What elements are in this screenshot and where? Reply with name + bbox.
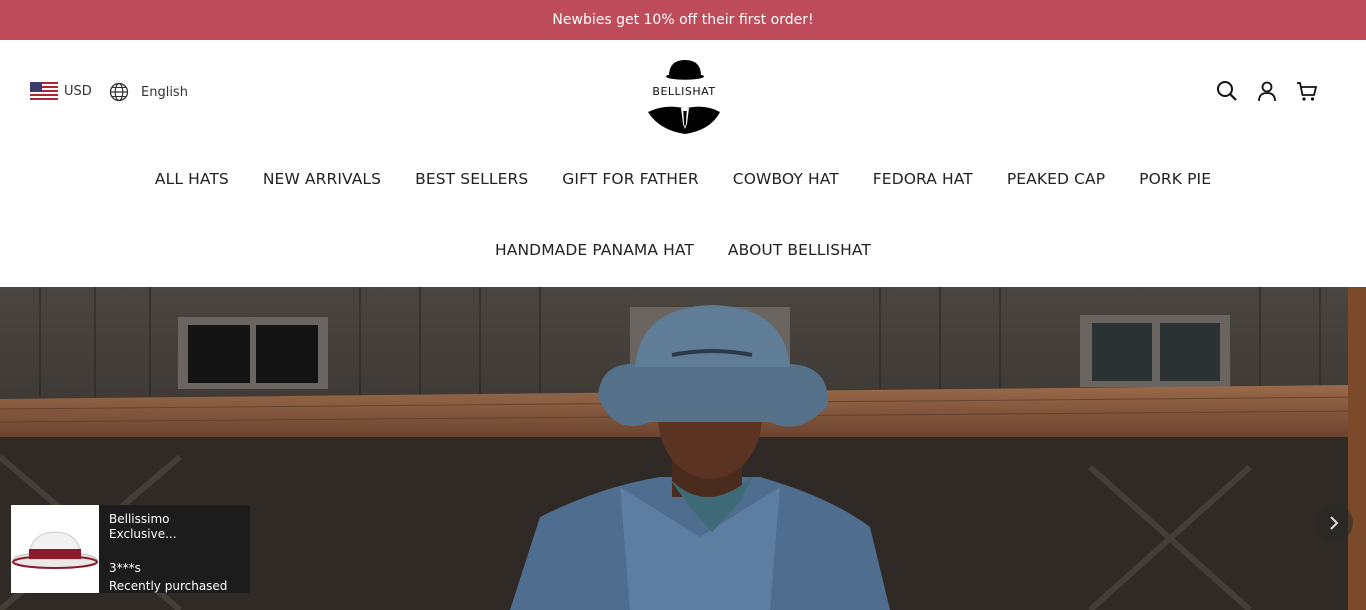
site-logo[interactable]: BELLISHAT (645, 54, 725, 138)
popup-status: Recently purchased (109, 579, 228, 593)
site-header: USD English BELLISHAT ALL HATS NEW ARRIV… (0, 40, 1366, 287)
globe-icon (109, 82, 129, 102)
nav-fedora-hat[interactable]: FEDORA HAT (873, 170, 973, 188)
popup-product-name: Bellissimo Exclusive... (109, 512, 177, 541)
cart-icon[interactable] (1296, 80, 1318, 102)
language-selector[interactable]: English (109, 82, 188, 102)
announcement-text: Newbies get 10% off their first order! (552, 12, 814, 28)
nav-gift-for-father[interactable]: GIFT FOR FATHER (562, 170, 699, 188)
nav-cowboy-hat[interactable]: COWBOY HAT (733, 170, 839, 188)
language-label: English (141, 84, 188, 100)
header-icons (1216, 80, 1318, 102)
product-thumbnail (11, 505, 99, 593)
white-fedora-icon (12, 531, 98, 569)
nav-handmade-panama-hat[interactable]: HANDMADE PANAMA HAT (495, 241, 694, 259)
currency-selector[interactable]: USD (30, 82, 92, 100)
chevron-right-icon (1330, 516, 1339, 530)
popup-buyer: 3***s (109, 561, 141, 575)
nav-peaked-cap[interactable]: PEAKED CAP (1007, 170, 1105, 188)
nav-about-bellishat[interactable]: ABOUT BELLISHAT (728, 241, 871, 259)
logo-text: BELLISHAT (652, 85, 716, 98)
us-flag-icon (30, 82, 58, 100)
currency-label: USD (64, 83, 92, 99)
nav-new-arrivals[interactable]: NEW ARRIVALS (263, 170, 381, 188)
slider-next-button[interactable] (1315, 504, 1353, 542)
nav-pork-pie[interactable]: PORK PIE (1139, 170, 1211, 188)
nav-best-sellers[interactable]: BEST SELLERS (415, 170, 528, 188)
search-icon[interactable] (1216, 80, 1238, 102)
nav-all-hats[interactable]: ALL HATS (155, 170, 229, 188)
main-nav-row-2: HANDMADE PANAMA HAT ABOUT BELLISHAT (0, 241, 1366, 259)
main-nav-row-1: ALL HATS NEW ARRIVALS BEST SELLERS GIFT … (0, 170, 1366, 188)
recent-purchase-popup[interactable]: Bellissimo Exclusive... 3***s Recently p… (11, 505, 250, 593)
account-icon[interactable] (1256, 80, 1278, 102)
announcement-bar: Newbies get 10% off their first order! (0, 0, 1366, 40)
